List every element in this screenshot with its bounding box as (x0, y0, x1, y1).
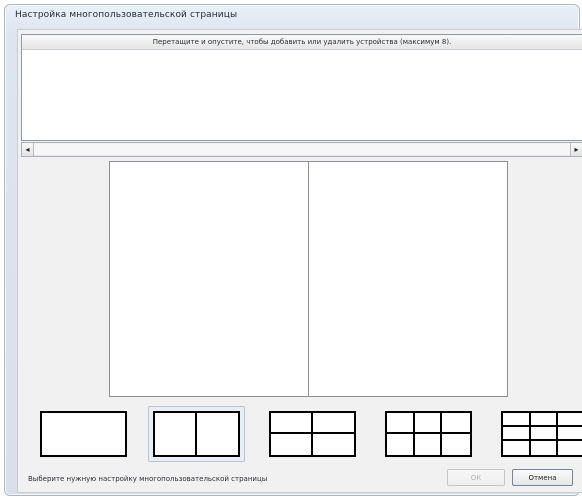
layout-cell (155, 413, 197, 455)
layout-grid-2x1 (153, 411, 240, 457)
layout-cell (530, 427, 559, 441)
device-drop-area[interactable] (22, 50, 582, 140)
layout-option-1x1[interactable] (35, 406, 132, 462)
horizontal-scrollbar[interactable]: ◂ ▸ (21, 142, 582, 157)
ok-button[interactable]: ОК (447, 469, 505, 486)
layout-option-3x3[interactable] (496, 406, 582, 462)
layout-cell (415, 434, 443, 455)
device-strip-instruction: Перетащите и опустите, чтобы добавить ил… (22, 35, 582, 50)
cancel-button[interactable]: Отмена (512, 469, 573, 486)
layout-cell (442, 434, 470, 455)
layout-cell (387, 434, 415, 455)
layout-cell (442, 413, 470, 434)
layout-cell (558, 441, 582, 455)
screen: Настройка многопользовательской страницы… (0, 0, 582, 498)
layout-cell (313, 434, 355, 455)
layout-cell (558, 413, 582, 427)
layout-grid-1x1 (40, 411, 127, 457)
layout-cell (503, 413, 531, 427)
layout-option-2x1[interactable] (148, 406, 245, 462)
dialog-content: Перетащите и опустите, чтобы добавить ил… (17, 29, 582, 493)
window-title: Настройка многопользовательской страницы (15, 10, 238, 20)
preview-pane-left[interactable] (110, 162, 308, 396)
preview-pane-right[interactable] (308, 162, 507, 396)
layout-cell (271, 434, 313, 455)
layout-cell (503, 427, 531, 441)
selection-hint: Выберите нужную настройку многопользоват… (28, 475, 268, 483)
layout-preview (109, 161, 508, 397)
layout-cell (503, 441, 531, 455)
layout-cell (531, 441, 559, 455)
layout-options (35, 406, 582, 462)
layout-cell (197, 413, 239, 455)
layout-cell (312, 413, 354, 434)
layout-grid-2x2 (269, 411, 356, 457)
scroll-right-arrow-icon[interactable]: ▸ (570, 143, 582, 156)
device-strip: Перетащите и опустите, чтобы добавить ил… (21, 34, 582, 141)
layout-grid-3x2 (385, 411, 472, 457)
layout-cell (414, 413, 443, 434)
layout-cell (387, 413, 415, 434)
layout-option-3x2[interactable] (380, 406, 477, 462)
layout-grid-3x3 (501, 411, 582, 457)
scrollbar-track[interactable] (34, 144, 570, 155)
scroll-left-arrow-icon[interactable]: ◂ (22, 143, 34, 156)
layout-cell (42, 413, 125, 455)
multi-user-page-dialog: Настройка многопользовательской страницы… (4, 4, 582, 496)
layout-cell (558, 427, 582, 441)
layout-cell (271, 413, 313, 434)
layout-cell (530, 413, 559, 427)
layout-option-2x2[interactable] (264, 406, 361, 462)
